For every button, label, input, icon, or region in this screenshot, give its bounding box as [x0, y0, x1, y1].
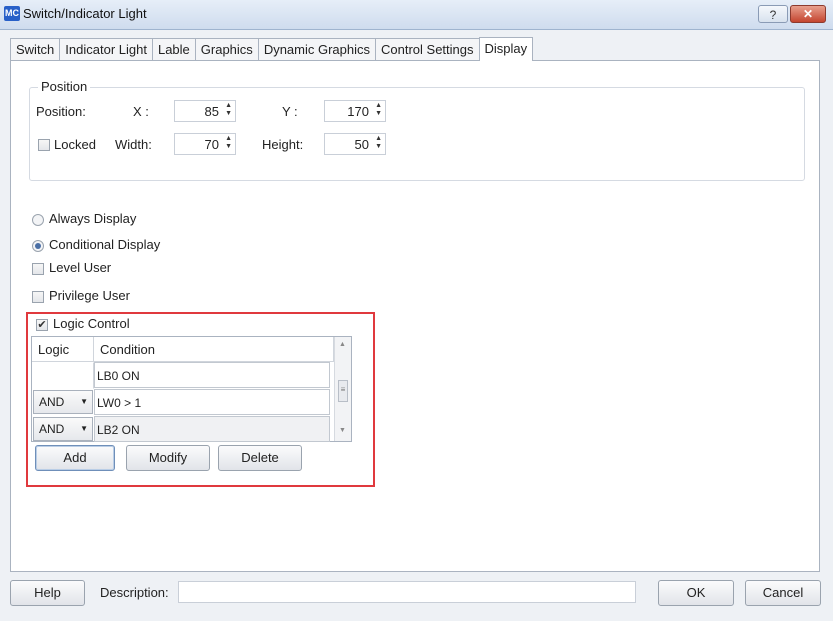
- delete-button[interactable]: Delete: [218, 445, 302, 471]
- y-spinbox[interactable]: 170 ▲ ▼: [324, 100, 386, 122]
- table-row-logic[interactable]: [32, 362, 94, 389]
- tab-dynamic-graphics[interactable]: Dynamic Graphics: [257, 38, 377, 60]
- y-value: 170: [347, 104, 369, 119]
- modify-button[interactable]: Modify: [126, 445, 210, 471]
- logic-control-label: Logic Control: [53, 316, 130, 331]
- logic-control-checkbox[interactable]: ✔: [36, 319, 48, 331]
- tab-lable[interactable]: Lable: [151, 38, 196, 60]
- scroll-up-icon[interactable]: ▲: [339, 341, 346, 348]
- spin-arrows-icon[interactable]: ▲ ▼: [375, 135, 382, 151]
- position-label: Position:: [36, 104, 86, 119]
- display-tab-page: Position Position: X : 85 ▲ ▼ Y : 170 ▲ ▼ …: [10, 60, 820, 572]
- title-bar: MC Switch/Indicator Light ? ✕: [0, 0, 833, 30]
- chevron-down-icon: ▼: [80, 397, 88, 406]
- logic-column-header: Logic: [32, 337, 94, 362]
- ok-button[interactable]: OK: [658, 580, 734, 606]
- level-user-label: Level User: [49, 260, 112, 275]
- always-display-label: Always Display: [49, 211, 137, 226]
- chevron-down-icon: ▼: [80, 424, 88, 433]
- conditional-display-radio[interactable]: [32, 240, 44, 252]
- locked-checkbox[interactable]: [38, 139, 50, 151]
- logic-dropdown-value: AND: [39, 395, 65, 409]
- width-value: 70: [204, 137, 219, 152]
- table-scrollbar[interactable]: ▲ ≡ ▼: [334, 337, 351, 441]
- tab-display[interactable]: Display: [478, 37, 534, 61]
- x-spinbox[interactable]: 85 ▲ ▼: [174, 100, 236, 122]
- height-value: 50: [354, 137, 369, 152]
- always-display-radio[interactable]: [32, 214, 44, 226]
- spin-arrows-icon[interactable]: ▲ ▼: [375, 102, 382, 118]
- x-label: X :: [133, 104, 149, 119]
- description-input[interactable]: [178, 581, 636, 603]
- width-label: Width:: [115, 137, 152, 152]
- help-title-button[interactable]: ?: [758, 5, 788, 23]
- close-button[interactable]: ✕: [790, 5, 826, 23]
- cancel-button[interactable]: Cancel: [745, 580, 821, 606]
- logic-dropdown[interactable]: AND ▼: [33, 390, 93, 414]
- tab-graphics[interactable]: Graphics: [194, 38, 259, 60]
- add-button[interactable]: Add: [35, 445, 115, 471]
- app-logo-icon: MC: [4, 6, 20, 21]
- condition-column-header: Condition: [94, 337, 334, 362]
- help-button[interactable]: Help: [10, 580, 85, 606]
- height-spinbox[interactable]: 50 ▲ ▼: [324, 133, 386, 155]
- locked-label: Locked: [54, 137, 96, 152]
- dialog-body: Switch Indicator Light Lable Graphics Dy…: [0, 30, 833, 621]
- privilege-user-label: Privilege User: [49, 288, 130, 303]
- condition-table[interactable]: Logic Condition LB0 ON AND ▼ LW0 > 1 AND…: [31, 336, 352, 442]
- spin-arrows-icon[interactable]: ▲ ▼: [225, 102, 232, 118]
- conditional-display-label: Conditional Display: [49, 237, 161, 252]
- table-row-condition[interactable]: LB2 ON: [94, 416, 330, 442]
- tab-switch[interactable]: Switch: [10, 38, 61, 60]
- window-title: Switch/Indicator Light: [23, 6, 147, 21]
- y-label: Y :: [282, 104, 298, 119]
- width-spinbox[interactable]: 70 ▲ ▼: [174, 133, 236, 155]
- checkmark-icon: ✔: [37, 319, 47, 331]
- position-group-title: Position: [38, 79, 91, 94]
- logic-dropdown-value: AND: [39, 422, 65, 436]
- tab-indicator-light[interactable]: Indicator Light: [59, 38, 153, 60]
- scroll-down-icon[interactable]: ▼: [339, 427, 346, 434]
- height-label: Height:: [262, 137, 304, 152]
- x-value: 85: [204, 104, 219, 119]
- privilege-user-checkbox[interactable]: [32, 291, 44, 303]
- table-row-condition[interactable]: LW0 > 1: [94, 389, 330, 415]
- tab-control-settings[interactable]: Control Settings: [375, 38, 480, 60]
- spin-arrows-icon[interactable]: ▲ ▼: [225, 135, 232, 151]
- description-label: Description:: [100, 585, 169, 600]
- table-row-condition[interactable]: LB0 ON: [94, 362, 330, 388]
- logic-dropdown[interactable]: AND ▼: [33, 417, 93, 441]
- scroll-thumb[interactable]: ≡: [338, 380, 348, 402]
- level-user-checkbox[interactable]: [32, 263, 44, 275]
- tab-bar: Switch Indicator Light Lable Graphics Dy…: [10, 37, 534, 61]
- position-group: Position Position: X : 85 ▲ ▼ Y : 170 ▲ ▼ …: [29, 79, 805, 181]
